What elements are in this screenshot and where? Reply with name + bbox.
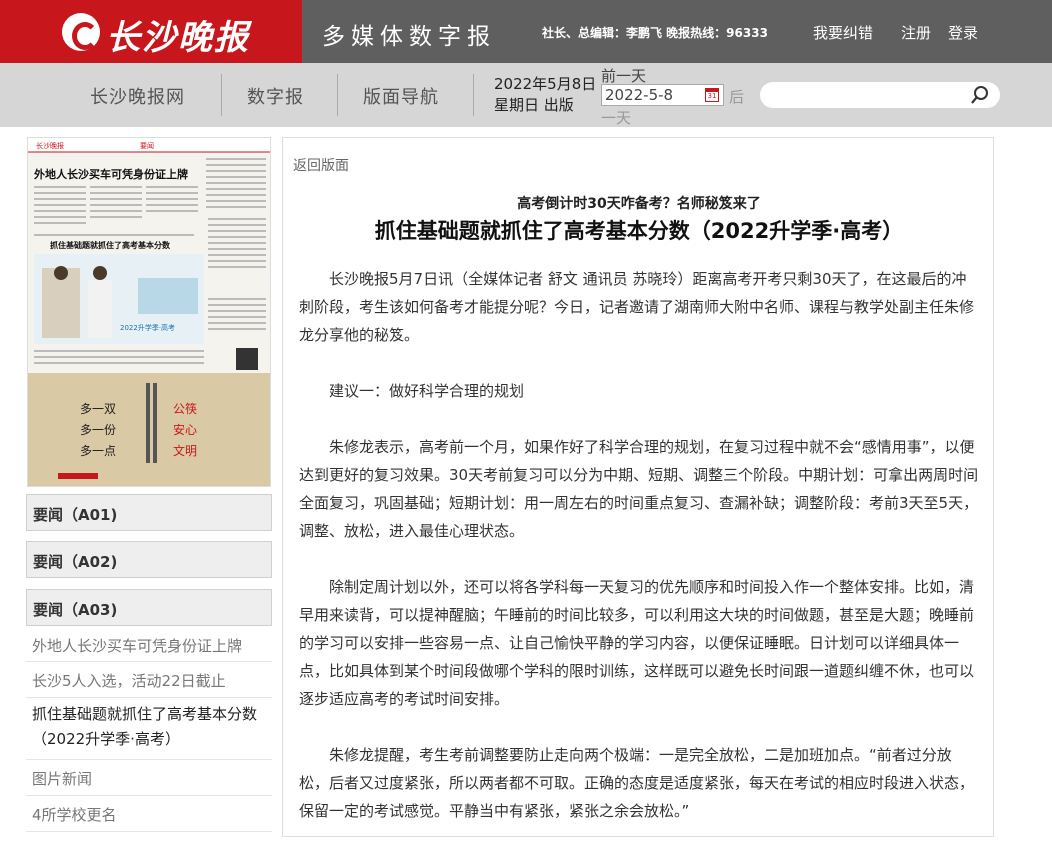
article-paragraph: 长沙晚报5月7日讯（全媒体记者 舒文 通讯员 苏晓玲）距离高考开考只剩30天了，… xyxy=(299,270,975,344)
section-a03[interactable]: 要闻（A03) xyxy=(26,589,272,626)
article-link-school-rename[interactable]: 4所学校更名 xyxy=(26,796,272,832)
top-bar: 长沙晚报 多媒体数字报 社长、总编辑：李鹏飞 晚报热线：96333 我要纠错 注… xyxy=(0,0,1052,63)
issue-date: 2022年5月8日 星期日 出版 xyxy=(494,74,596,116)
calendar-icon[interactable]: 31 xyxy=(705,88,719,102)
next-day-link-wrap[interactable]: 一天 xyxy=(601,107,631,128)
nav-divider xyxy=(337,74,338,116)
thumb-section: 要闻 xyxy=(140,141,154,150)
page-thumbnail[interactable]: 长沙晚报 要闻 外地人长沙买车可凭身份证上牌 抓住基础题就抓住了高考基本分数 2… xyxy=(27,137,271,487)
back-to-page-link[interactable]: 返回版面 xyxy=(293,155,349,175)
thumb-headline2: 抓住基础题就抓住了高考基本分数 xyxy=(50,240,171,250)
article-link-five-selected[interactable]: 长沙5人入选，活动22日截止 xyxy=(26,662,272,698)
thumb-banner: 2022升学季·高考 xyxy=(120,323,175,332)
date-picker[interactable]: 2022-5-8 31 xyxy=(601,84,724,106)
section-a02[interactable]: 要闻（A02) xyxy=(26,541,272,578)
issue-date-line2: 星期日 出版 xyxy=(494,96,574,114)
article-panel: 返回版面 高考倒计时30天咋备考？名师秘笈来了 抓住基础题就抓住了高考基本分数（… xyxy=(282,137,994,837)
article-link-photo-news[interactable]: 图片新闻 xyxy=(26,760,272,796)
search-input[interactable] xyxy=(760,82,1000,108)
report-error-link[interactable]: 我要纠错 xyxy=(813,22,873,43)
section-a01[interactable]: 要闻（A01) xyxy=(26,494,272,531)
nav-bar: 长沙晚报网 数字报 版面导航 2022年5月8日 星期日 出版 前一天 2022… xyxy=(0,63,1052,127)
thumb-slogan-1: 多一双 xyxy=(80,402,116,416)
register-link[interactable]: 注册 xyxy=(901,22,931,43)
site-title: 多媒体数字报 xyxy=(322,24,496,50)
article-subtitle: 高考倒计时30天咋备考？名师秘笈来了 xyxy=(517,196,761,212)
article-body: 长沙晚报5月7日讯（全媒体记者 舒文 通讯员 苏晓玲）距离高考开考只剩30天了，… xyxy=(299,265,979,853)
thumb-slogan2-3: 文明 xyxy=(173,443,197,458)
next-day-link[interactable]: 后 xyxy=(729,86,744,107)
logo-icon xyxy=(62,13,100,51)
editors-hotline: 社长、总编辑：李鹏飞 晚报热线：96333 xyxy=(542,26,768,40)
nav-digital-paper[interactable]: 数字报 xyxy=(247,83,304,109)
thumb-slogan-2: 多一份 xyxy=(80,423,116,437)
nav-divider xyxy=(221,74,222,116)
login-link[interactable]: 登录 xyxy=(948,22,978,43)
thumbnail-drawing: 长沙晚报 要闻 外地人长沙买车可凭身份证上牌 抓住基础题就抓住了高考基本分数 2… xyxy=(28,138,270,486)
search-icon[interactable] xyxy=(970,85,990,105)
article-link-car-plate[interactable]: 外地人长沙买车可凭身份证上牌 xyxy=(26,627,272,662)
article-paragraph: 朱修龙表示，高考前一个月，如果作好了科学合理的规划，在复习过程中就不会“感情用事… xyxy=(299,438,979,540)
issue-date-line1: 2022年5月8日 xyxy=(494,75,597,93)
nav-changsha-evening-news[interactable]: 长沙晚报网 xyxy=(90,83,185,109)
thumb-headline1: 外地人长沙买车可凭身份证上牌 xyxy=(33,167,188,181)
brand-logo[interactable]: 长沙晚报 xyxy=(0,0,302,63)
nav-page-navigation[interactable]: 版面导航 xyxy=(363,83,439,109)
prev-day-link[interactable]: 前一天 xyxy=(601,65,646,86)
thumb-masthead: 长沙晚报 xyxy=(36,141,64,150)
thumb-slogan2-1: 公筷 xyxy=(173,401,197,416)
article-paragraph: 朱修龙提醒，考生考前调整要防止走向两个极端：一是完全放松，二是加班加点。“前者过… xyxy=(299,746,975,820)
thumb-slogan2-2: 安心 xyxy=(173,422,197,437)
article-headline: 抓住基础题就抓住了高考基本分数（2022升学季·高考） xyxy=(374,219,904,243)
date-value: 2022-5-8 xyxy=(605,86,674,104)
logo-text: 长沙晚报 xyxy=(106,18,250,58)
article-paragraph: 除制定周计划以外，还可以将各学科每一天复习的优先顺序和时间投入作一个整体安排。比… xyxy=(299,578,975,708)
article-link-current[interactable]: 抓住基础题就抓住了高考基本分数（2022升学季·高考） xyxy=(26,702,272,760)
thumb-slogan-3: 多一点 xyxy=(80,444,116,458)
article-paragraph: 建议一：做好科学合理的规划 xyxy=(329,382,525,400)
nav-divider xyxy=(473,74,474,116)
